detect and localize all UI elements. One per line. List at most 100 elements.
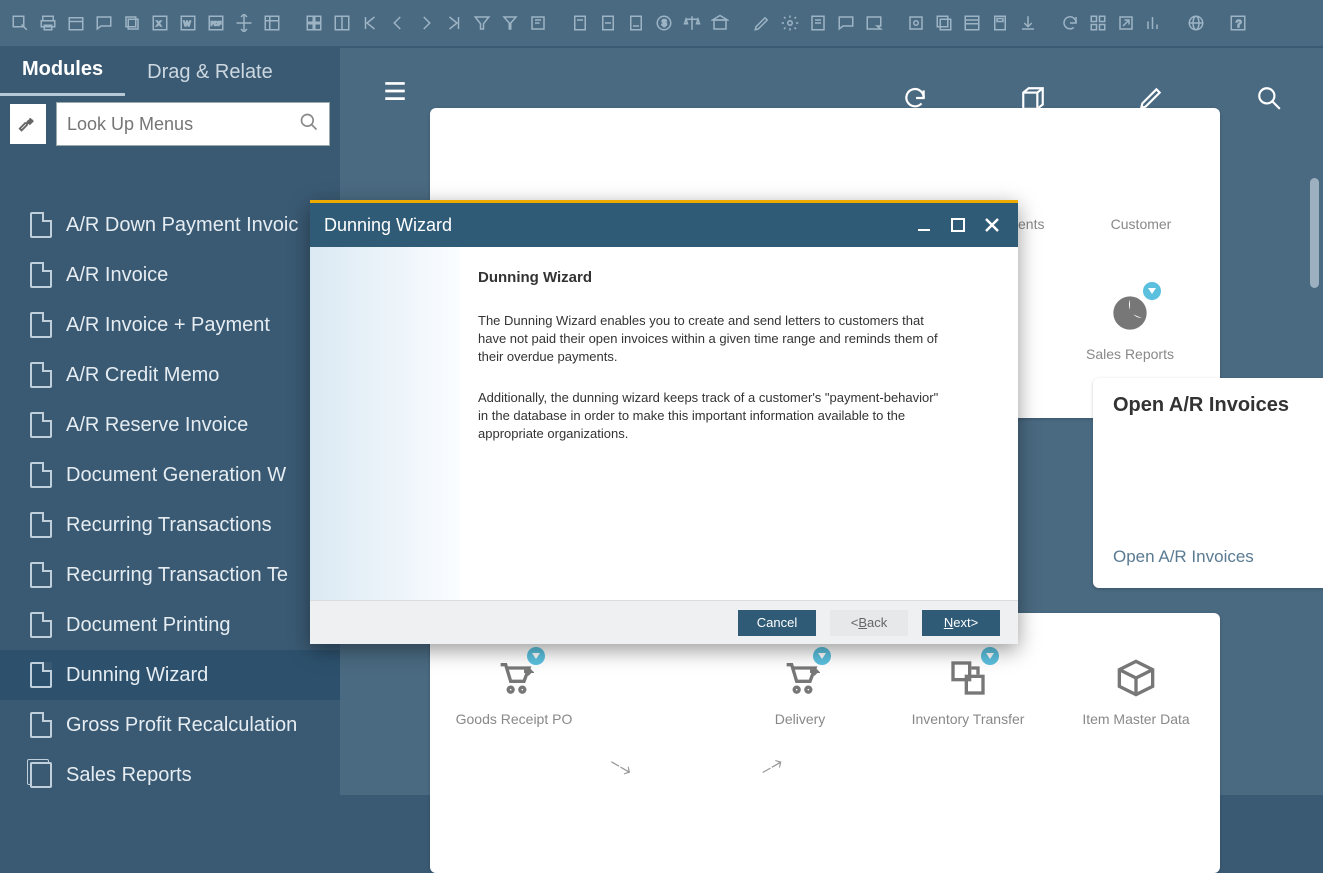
customer-icon bbox=[1116, 158, 1166, 208]
toolbar-sheet-icon[interactable] bbox=[960, 11, 984, 35]
toolbar-doc2-icon[interactable] bbox=[596, 11, 620, 35]
main-toolbar: X W PDF $ ? bbox=[0, 0, 1323, 48]
svg-text:$: $ bbox=[662, 18, 667, 28]
menu-item-label: Gross Profit Recalculation bbox=[66, 714, 297, 737]
toolbar-excel-icon[interactable]: X bbox=[148, 11, 172, 35]
settings-wrench-button[interactable] bbox=[10, 104, 46, 144]
modules-panel: Modules Drag & Relate A/R Down Payment I… bbox=[0, 48, 340, 795]
minimize-button[interactable] bbox=[912, 215, 936, 235]
cube-icon bbox=[1111, 653, 1161, 703]
menu-item-label: Dunning Wizard bbox=[66, 664, 208, 687]
menu-item-recurring-transaction-te[interactable]: Recurring Transaction Te bbox=[0, 550, 340, 600]
document-icon bbox=[30, 612, 52, 638]
menu-item-label: A/R Invoice + Payment bbox=[66, 314, 270, 337]
menu-item-label: Document Generation W bbox=[66, 464, 286, 487]
open-ar-link[interactable]: Open A/R Invoices bbox=[1093, 533, 1323, 581]
tile-goods-receipt[interactable]: Goods Receipt PO bbox=[444, 653, 584, 727]
tile-sales-reports[interactable]: Sales Reports bbox=[1060, 288, 1200, 362]
toolbar-chart-icon[interactable] bbox=[1142, 11, 1166, 35]
toolbar-search-icon[interactable] bbox=[8, 11, 32, 35]
hamburger-icon[interactable] bbox=[380, 78, 410, 109]
toolbar-table-icon[interactable] bbox=[260, 11, 284, 35]
toolbar-download-icon[interactable] bbox=[1016, 11, 1040, 35]
toolbar-prev-icon[interactable] bbox=[386, 11, 410, 35]
document-icon bbox=[30, 312, 52, 338]
toolbar-globe-icon[interactable] bbox=[1184, 11, 1208, 35]
toolbar-pdf-icon[interactable]: PDF bbox=[204, 11, 228, 35]
document-icon bbox=[30, 712, 52, 738]
toolbar-gear-icon[interactable] bbox=[778, 11, 802, 35]
toolbar-copy-icon[interactable] bbox=[120, 11, 144, 35]
toolbar-apps-icon[interactable] bbox=[1086, 11, 1110, 35]
tile-customer[interactable]: Customer bbox=[1071, 158, 1211, 232]
toolbar-word-icon[interactable]: W bbox=[176, 11, 200, 35]
tile-inventory-transfer[interactable]: Inventory Transfer bbox=[898, 653, 1038, 727]
toolbar-grid2-icon[interactable] bbox=[330, 11, 354, 35]
document-icon bbox=[30, 562, 52, 588]
dropdown-badge-icon bbox=[813, 647, 831, 665]
menu-item-a-r-invoice-payment[interactable]: A/R Invoice + Payment bbox=[0, 300, 340, 350]
menu-search-box[interactable] bbox=[56, 102, 330, 146]
menu-item-gross-profit-recalculation[interactable]: Gross Profit Recalculation bbox=[0, 700, 340, 750]
scrollbar-thumb[interactable] bbox=[1310, 178, 1319, 288]
svg-text:X: X bbox=[156, 19, 161, 28]
toolbar-money-icon[interactable]: $ bbox=[652, 11, 676, 35]
menu-item-a-r-credit-memo[interactable]: A/R Credit Memo bbox=[0, 350, 340, 400]
document-icon bbox=[30, 662, 52, 688]
cancel-button[interactable]: Cancel bbox=[738, 610, 816, 636]
back-button[interactable]: < Back bbox=[830, 610, 908, 636]
toolbar-comment-icon[interactable] bbox=[834, 11, 858, 35]
toolbar-layers-icon[interactable] bbox=[932, 11, 956, 35]
tile-delivery-bottom[interactable]: Delivery bbox=[730, 653, 870, 727]
toolbar-calc-icon[interactable] bbox=[988, 11, 1012, 35]
toolbar-sort-icon[interactable] bbox=[526, 11, 550, 35]
dialog-heading: Dunning Wizard bbox=[478, 267, 988, 288]
toolbar-funnel-icon[interactable] bbox=[498, 11, 522, 35]
toolbar-export-icon[interactable] bbox=[1114, 11, 1138, 35]
tile-item-master[interactable]: Item Master Data bbox=[1066, 653, 1206, 727]
toolbar-refresh-icon[interactable] bbox=[1058, 11, 1082, 35]
menu-item-a-r-down-payment-invoic[interactable]: A/R Down Payment Invoic bbox=[0, 200, 340, 250]
toolbar-last-icon[interactable] bbox=[442, 11, 466, 35]
toolbar-help-icon[interactable]: ? bbox=[1226, 11, 1250, 35]
svg-text:PDF: PDF bbox=[211, 21, 222, 27]
menu-item-document-generation-w[interactable]: Document Generation W bbox=[0, 450, 340, 500]
menu-item-sales-reports[interactable]: Sales Reports bbox=[0, 750, 340, 795]
document-icon bbox=[30, 512, 52, 538]
document-icon bbox=[30, 212, 52, 238]
toolbar-filter-icon[interactable] bbox=[470, 11, 494, 35]
toolbar-doc1-icon[interactable] bbox=[568, 11, 592, 35]
next-button[interactable]: Next > bbox=[922, 610, 1000, 636]
toolbar-bank-icon[interactable] bbox=[708, 11, 732, 35]
menu-item-label: A/R Down Payment Invoic bbox=[66, 214, 298, 237]
search-top-icon[interactable] bbox=[1255, 84, 1283, 112]
toolbar-flag-icon[interactable] bbox=[904, 11, 928, 35]
menu-item-a-r-invoice[interactable]: A/R Invoice bbox=[0, 250, 340, 300]
transfer-icon bbox=[943, 653, 993, 703]
toolbar-chat-icon[interactable] bbox=[92, 11, 116, 35]
svg-text:W: W bbox=[184, 19, 192, 28]
close-button[interactable] bbox=[980, 215, 1004, 235]
menu-search-input[interactable] bbox=[67, 114, 299, 135]
toolbar-edit-icon[interactable] bbox=[750, 11, 774, 35]
menu-item-dunning-wizard[interactable]: Dunning Wizard bbox=[0, 650, 340, 700]
menu-item-document-printing[interactable]: Document Printing bbox=[0, 600, 340, 650]
toolbar-first-icon[interactable] bbox=[358, 11, 382, 35]
toolbar-next-icon[interactable] bbox=[414, 11, 438, 35]
toolbar-scale-icon[interactable] bbox=[680, 11, 704, 35]
menu-item-label: A/R Reserve Invoice bbox=[66, 414, 248, 437]
dialog-titlebar[interactable]: Dunning Wizard bbox=[310, 203, 1018, 247]
toolbar-doc3-icon[interactable] bbox=[624, 11, 648, 35]
maximize-button[interactable] bbox=[946, 215, 970, 235]
toolbar-comment2-icon[interactable] bbox=[862, 11, 886, 35]
toolbar-print-icon[interactable] bbox=[36, 11, 60, 35]
toolbar-move-icon[interactable] bbox=[232, 11, 256, 35]
toolbar-grid-icon[interactable] bbox=[302, 11, 326, 35]
menu-item-recurring-transactions[interactable]: Recurring Transactions bbox=[0, 500, 340, 550]
tab-modules[interactable]: Modules bbox=[0, 48, 125, 96]
tab-drag-relate[interactable]: Drag & Relate bbox=[125, 51, 295, 96]
toolbar-form-icon[interactable] bbox=[806, 11, 830, 35]
menu-item-a-r-reserve-invoice[interactable]: A/R Reserve Invoice bbox=[0, 400, 340, 450]
dropdown-badge-icon bbox=[981, 647, 999, 665]
toolbar-calendar-icon[interactable] bbox=[64, 11, 88, 35]
